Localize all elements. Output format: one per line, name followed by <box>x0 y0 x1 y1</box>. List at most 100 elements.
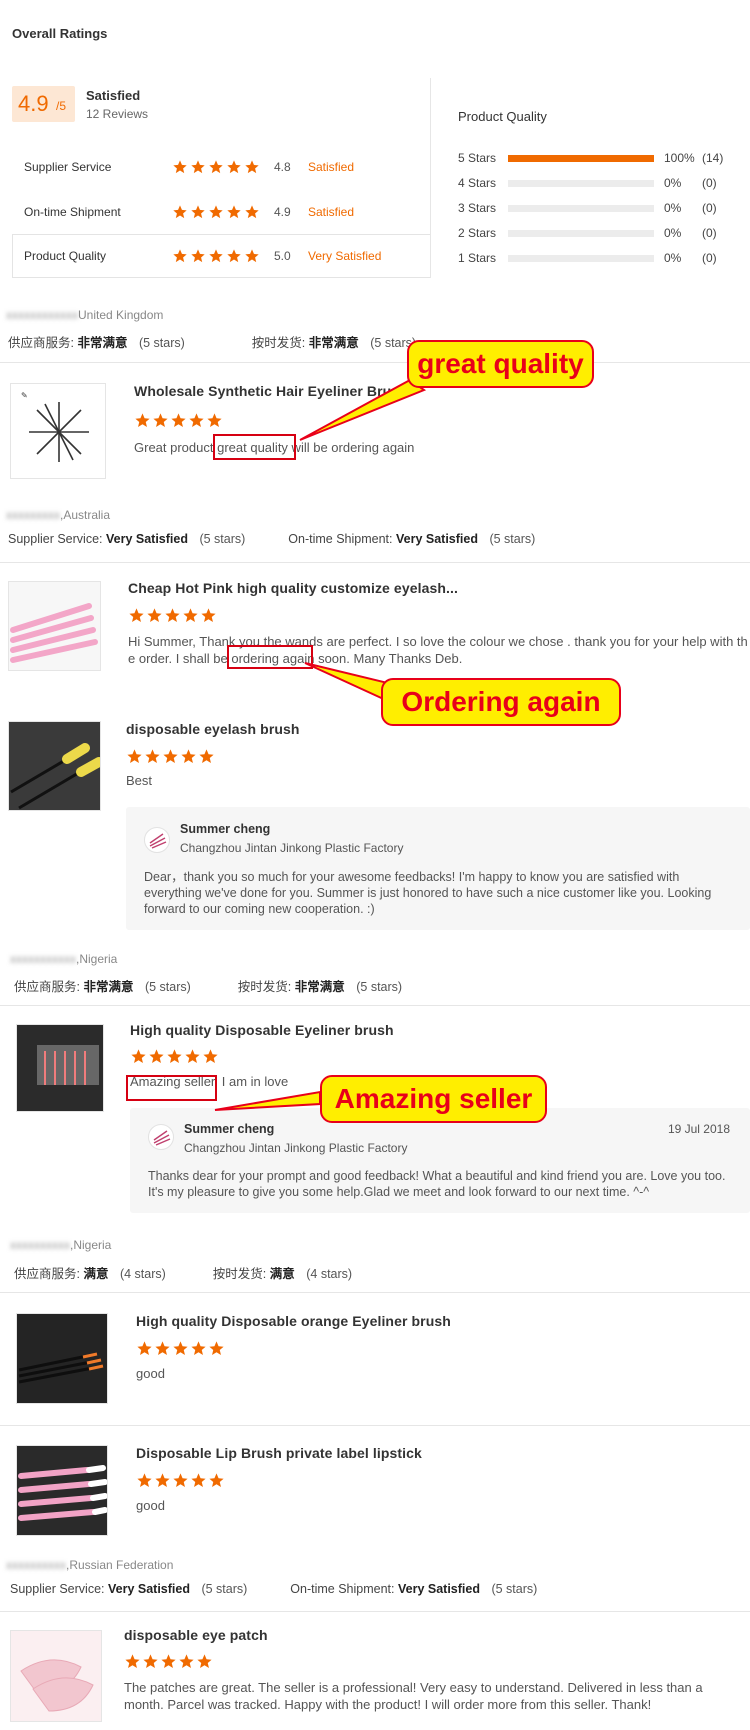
review-stars <box>136 1340 224 1356</box>
lip-brush-image <box>18 1465 107 1521</box>
supplier-service-value: Very Satisfied <box>107 1582 190 1596</box>
product-thumbnail[interactable] <box>8 581 101 671</box>
shipment-value: 非常满意 <box>308 336 359 350</box>
section-divider <box>0 562 750 563</box>
quality-breakdown-title: Product Quality <box>458 109 547 124</box>
shipment-label: On-time Shipment: <box>290 1582 395 1596</box>
breakdown-count: (0) <box>702 251 717 265</box>
breakdown-row: 5 Stars 100% (14) <box>458 148 738 170</box>
supplier-service-stars: (5 stars) <box>201 1582 248 1596</box>
star-icon <box>130 1048 146 1064</box>
breakdown-percent: 0% <box>664 176 682 190</box>
breakdown-label: 1 Stars <box>458 251 497 265</box>
star-icon <box>154 1472 170 1488</box>
star-icon <box>190 159 206 175</box>
star-icon <box>154 1340 170 1356</box>
star-icon <box>172 159 188 175</box>
product-title[interactable]: High quality Disposable Eyeliner brush <box>130 1022 394 1038</box>
overall-review-count: 12 Reviews <box>86 107 149 121</box>
buyer-name: xxxxxxxxxx <box>10 1238 70 1252</box>
overall-score-max: /5 <box>56 99 67 113</box>
buyer-name: xxxxxxxxxx <box>6 1558 66 1572</box>
product-thumbnail[interactable]: ✎ <box>10 383 106 479</box>
review-ratings-summary: Supplier Service: Very Satisfied (5 star… <box>10 1582 537 1596</box>
section-divider <box>0 1005 750 1006</box>
seller-reply-text: Dear，thank you so much for your awesome … <box>144 870 712 916</box>
supplier-service-stars: (5 stars) <box>199 532 246 546</box>
product-title[interactable]: disposable eye patch <box>124 1627 268 1643</box>
star-icon <box>206 412 222 428</box>
breakdown-bar-track <box>508 205 654 212</box>
breakdown-count: (0) <box>702 226 717 240</box>
seller-reply: Summer cheng Changzhou Jintan Jinkong Pl… <box>126 807 750 930</box>
highlight-box <box>213 434 296 460</box>
criteria-value: 4.8 <box>274 160 291 174</box>
pink-wand-image <box>10 603 98 663</box>
breakdown-count: (0) <box>702 176 717 190</box>
star-icon <box>208 204 224 220</box>
product-thumbnail[interactable] <box>16 1445 108 1536</box>
review-ratings-summary: 供应商服务: 非常满意 (5 stars) 按时发货: 非常满意 (5 star… <box>8 332 416 351</box>
star-icon <box>200 607 216 623</box>
star-icon <box>190 1340 206 1356</box>
yellow-brush-image <box>10 743 100 810</box>
breakdown-label: 5 Stars <box>458 151 497 165</box>
breakdown-percent: 0% <box>664 226 682 240</box>
review-text: good <box>136 1366 165 1381</box>
seller-avatar <box>148 1124 174 1150</box>
breakdown-row: 3 Stars 0% (0) <box>458 198 738 220</box>
review-text-part: e order. I shall be <box>128 651 232 666</box>
callout-pointer <box>214 1090 321 1111</box>
criteria-row-supplier-service: Supplier Service 4.8 Satisfied <box>12 146 432 190</box>
criteria-rating-label: Satisfied <box>308 160 355 174</box>
shipment-value: 满意 <box>269 1267 295 1281</box>
star-icon <box>128 607 144 623</box>
criteria-row-product-quality: Product Quality 5.0 Very Satisfied <box>12 234 430 278</box>
buyer-location: xxxxxxxxxxxxUnited Kingdom <box>6 308 163 322</box>
review-stars <box>130 1048 218 1064</box>
star-icon <box>136 1472 152 1488</box>
orange-brush-image <box>18 1352 104 1384</box>
breakdown-label: 4 Stars <box>458 176 497 190</box>
star-icon <box>136 1340 152 1356</box>
eyeliner-brush-image <box>37 1045 99 1085</box>
product-title[interactable]: Cheap Hot Pink high quality customize ey… <box>128 580 458 596</box>
quality-breakdown: 5 Stars 100% (14) 4 Stars 0% (0) 3 Stars… <box>458 148 738 268</box>
breakdown-count: (14) <box>702 151 724 165</box>
review-text: Hi Summer, Thank you the wands are perfe… <box>128 634 748 649</box>
product-thumbnail[interactable] <box>8 721 101 811</box>
seller-company: Changzhou Jintan Jinkong Plastic Factory <box>184 1141 408 1155</box>
section-divider <box>0 1292 750 1293</box>
criteria-stars <box>172 159 260 175</box>
supplier-service-label: Supplier Service: <box>10 1582 105 1596</box>
supplier-service-label: 供应商服务: <box>14 980 80 994</box>
seller-company: Changzhou Jintan Jinkong Plastic Factory <box>180 841 404 855</box>
callout-ordering-again: Ordering again <box>381 678 621 726</box>
star-icon <box>190 248 206 264</box>
star-icon <box>170 412 186 428</box>
supplier-service-label: 供应商服务: <box>14 1267 80 1281</box>
section-divider <box>0 1611 750 1612</box>
product-title[interactable]: High quality Disposable orange Eyeliner … <box>136 1313 451 1329</box>
star-icon <box>142 1653 158 1669</box>
supplier-service-stars: (5 stars) <box>144 980 191 994</box>
star-icon <box>244 159 260 175</box>
review-text: The patches are great. The seller is a p… <box>124 1680 703 1712</box>
product-thumbnail[interactable] <box>16 1024 104 1112</box>
review-stars <box>124 1653 212 1669</box>
product-title[interactable]: Disposable Lip Brush private label lipst… <box>136 1445 422 1461</box>
criteria-rating-label: Very Satisfied <box>308 249 382 263</box>
review-ratings-summary: Supplier Service: Very Satisfied (5 star… <box>8 532 535 546</box>
star-icon <box>226 204 242 220</box>
criteria-label: On-time Shipment <box>24 205 121 219</box>
breakdown-percent: 100% <box>664 151 695 165</box>
criteria-label: Product Quality <box>24 249 107 263</box>
supplier-service-value: Very Satisfied <box>105 532 188 546</box>
product-title[interactable]: disposable eyelash brush <box>126 721 300 737</box>
criteria-row-ontime-shipment: On-time Shipment 4.9 Satisfied <box>12 190 432 234</box>
star-icon <box>180 748 196 764</box>
star-icon <box>172 248 188 264</box>
product-thumbnail[interactable] <box>10 1630 102 1722</box>
product-thumbnail[interactable] <box>16 1313 108 1404</box>
seller-reply-text: Thanks dear for your prompt and good fee… <box>148 1169 726 1199</box>
